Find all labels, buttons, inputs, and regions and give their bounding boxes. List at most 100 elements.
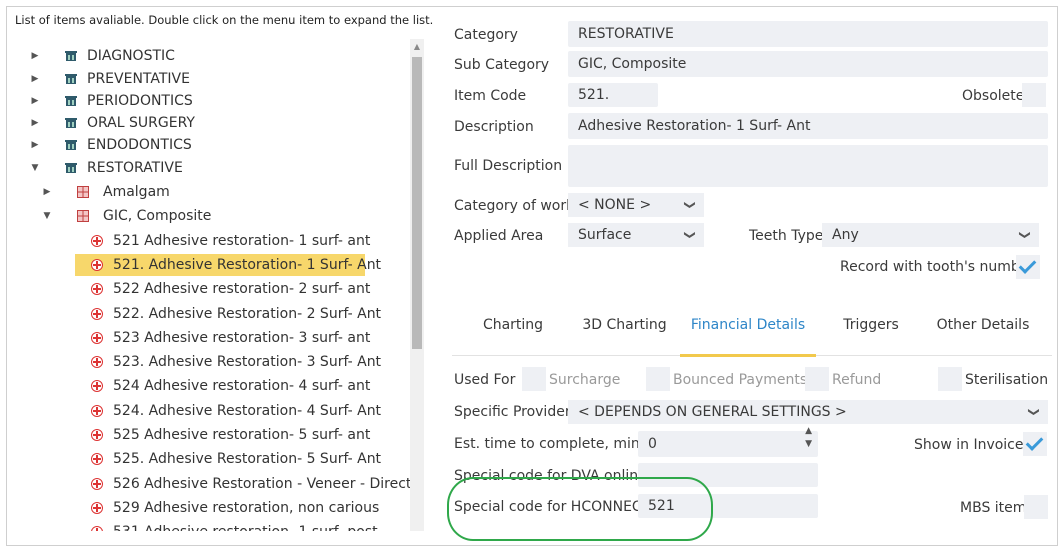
tree-item-label: 521 Adhesive restoration- 1 surf- ant — [113, 233, 371, 249]
full-description-field[interactable] — [568, 145, 1048, 187]
collapse-arrow-icon[interactable]: ▼ — [41, 205, 53, 227]
tree-category-label: ENDODONTICS — [87, 137, 192, 153]
specific-provider-value: < DEPENDS ON GENERAL SETTINGS > — [578, 404, 847, 420]
red-cross-icon — [91, 332, 103, 344]
expand-arrow-icon[interactable]: ▶ — [29, 90, 41, 112]
tree-category-label: PERIODONTICS — [87, 93, 193, 109]
mbs-item-checkbox[interactable] — [1024, 495, 1048, 519]
applied-area-value: Surface — [578, 227, 632, 243]
highlight-annotation — [447, 477, 713, 541]
teeth-type-value: Any — [832, 227, 859, 243]
bounced-payments-checkbox[interactable] — [646, 367, 670, 391]
tree-item-label: 524. Adhesive Restoration- 4 Surf- Ant — [113, 403, 382, 419]
scroll-up-icon[interactable]: ▲ — [410, 41, 424, 53]
tab-3d-charting[interactable]: 3D Charting — [577, 307, 672, 354]
chevron-down-icon: ❯ — [1018, 230, 1032, 240]
show-invoices-checkbox[interactable] — [1023, 432, 1047, 456]
itemcode-field[interactable]: 521. — [568, 83, 658, 107]
red-cross-icon — [91, 405, 103, 417]
tree-item-label: 523. Adhesive Restoration- 3 Surf- Ant — [113, 354, 382, 370]
refund-checkbox[interactable] — [805, 367, 829, 391]
subcategory-label: Sub Category — [454, 57, 550, 73]
used-for-label: Used For — [454, 372, 516, 388]
tree-category-label: ORAL SURGERY — [87, 115, 195, 131]
grid-icon — [77, 186, 89, 198]
stepper-down-icon[interactable]: ▼ — [805, 439, 812, 449]
expand-arrow-icon[interactable]: ▶ — [29, 45, 41, 67]
sterilisation-checkbox[interactable] — [938, 367, 962, 391]
category-of-work-label: Category of work — [454, 198, 575, 214]
red-cross-icon — [91, 429, 103, 441]
specific-provider-select[interactable]: < DEPENDS ON GENERAL SETTINGS > ❯ — [568, 400, 1048, 424]
red-cross-icon — [91, 478, 103, 490]
itemcode-label: Item Code — [454, 88, 527, 104]
mbs-item-label: MBS item — [960, 500, 1027, 516]
chevron-down-icon: ❯ — [683, 230, 697, 240]
building-icon — [65, 74, 77, 84]
category-of-work-value: < NONE > — [578, 197, 652, 213]
tree-item-label: 522 Adhesive restoration- 2 surf- ant — [113, 281, 371, 297]
item-editor-window: List of items avaliable. Double click on… — [6, 6, 1058, 546]
red-cross-icon — [91, 502, 103, 514]
expand-arrow-icon[interactable]: ▶ — [29, 112, 41, 134]
red-cross-icon — [91, 526, 103, 531]
applied-area-label: Applied Area — [454, 228, 544, 244]
teeth-type-label: Teeth Type — [749, 228, 824, 244]
tree-item-label: 525 Adhesive restoration- 5 surf- ant — [113, 427, 371, 443]
tree-category-label: DIAGNOSTIC — [87, 48, 175, 64]
description-label: Description — [454, 119, 534, 135]
red-cross-icon — [91, 356, 103, 368]
tree-item-label: 524 Adhesive restoration- 4 surf- ant — [113, 378, 371, 394]
chevron-down-icon: ❯ — [1027, 407, 1041, 417]
sterilisation-label: Sterilisation — [965, 372, 1049, 388]
est-time-label: Est. time to complete, min — [454, 436, 640, 452]
expand-arrow-icon[interactable]: ▶ — [29, 134, 41, 156]
expand-arrow-icon[interactable]: ▶ — [41, 181, 53, 203]
grid-icon — [77, 210, 89, 222]
tab-triggers[interactable]: Triggers — [832, 307, 910, 354]
building-icon — [65, 163, 77, 173]
obsolete-label: Obsolete — [962, 88, 1025, 104]
tree-item-label: 525. Adhesive Restoration- 5 Surf- Ant — [113, 451, 382, 467]
subcategory-field[interactable]: GIC, Composite — [568, 51, 1048, 77]
building-icon — [65, 96, 77, 106]
specific-provider-label: Specific Provider — [454, 404, 571, 420]
stepper-up-icon[interactable]: ▲ — [805, 426, 812, 436]
tree-scrollbar[interactable]: ▲ — [410, 39, 424, 531]
detail-tabs: Charting 3D Charting Financial Details T… — [452, 307, 1052, 357]
est-time-value: 0 — [648, 436, 657, 452]
red-cross-icon — [91, 453, 103, 465]
expand-arrow-icon[interactable]: ▶ — [29, 68, 41, 90]
description-field[interactable]: Adhesive Restoration- 1 Surf- Ant — [568, 113, 1048, 139]
tree-item-label: 531 Adhesive restoration- 1 surf- post — [113, 521, 378, 531]
tree-category-label: PREVENTATIVE — [87, 71, 190, 87]
obsolete-checkbox[interactable] — [1022, 83, 1046, 107]
building-icon — [65, 118, 77, 128]
category-label: Category — [454, 27, 518, 43]
refund-label: Refund — [832, 372, 882, 388]
surcharge-checkbox[interactable] — [522, 367, 546, 391]
tree-category-label: RESTORATIVE — [87, 160, 183, 176]
category-field[interactable]: RESTORATIVE — [568, 21, 1048, 47]
chevron-down-icon: ❯ — [683, 200, 697, 210]
scrollbar-thumb[interactable] — [412, 57, 422, 349]
tree-item-label: 523 Adhesive restoration- 3 surf- ant — [113, 330, 371, 346]
category-of-work-select[interactable]: < NONE > ❯ — [568, 193, 704, 217]
tree-subcategory-label: GIC, Composite — [103, 208, 212, 224]
tree-item-label: 521. Adhesive Restoration- 1 Surf- Ant — [113, 257, 382, 273]
est-time-stepper[interactable]: 0 ▲ ▼ — [638, 426, 818, 457]
collapse-arrow-icon[interactable]: ▼ — [29, 157, 41, 179]
tab-financial-details[interactable]: Financial Details — [680, 307, 816, 357]
tab-charting[interactable]: Charting — [477, 307, 549, 354]
tree-hint: List of items avaliable. Double click on… — [15, 13, 434, 27]
tab-other-details[interactable]: Other Details — [930, 307, 1036, 354]
red-cross-icon — [91, 308, 103, 320]
tree-item-label: 526 Adhesive Restoration - Veneer - Dire… — [113, 476, 411, 492]
surcharge-label: Surcharge — [549, 372, 621, 388]
applied-area-select[interactable]: Surface ❯ — [568, 223, 704, 247]
red-cross-icon — [91, 283, 103, 295]
teeth-type-select[interactable]: Any ❯ — [822, 223, 1039, 247]
building-icon — [65, 51, 77, 61]
record-tooth-checkbox[interactable] — [1016, 255, 1040, 279]
show-invoices-label: Show in Invoices — [914, 437, 1031, 453]
